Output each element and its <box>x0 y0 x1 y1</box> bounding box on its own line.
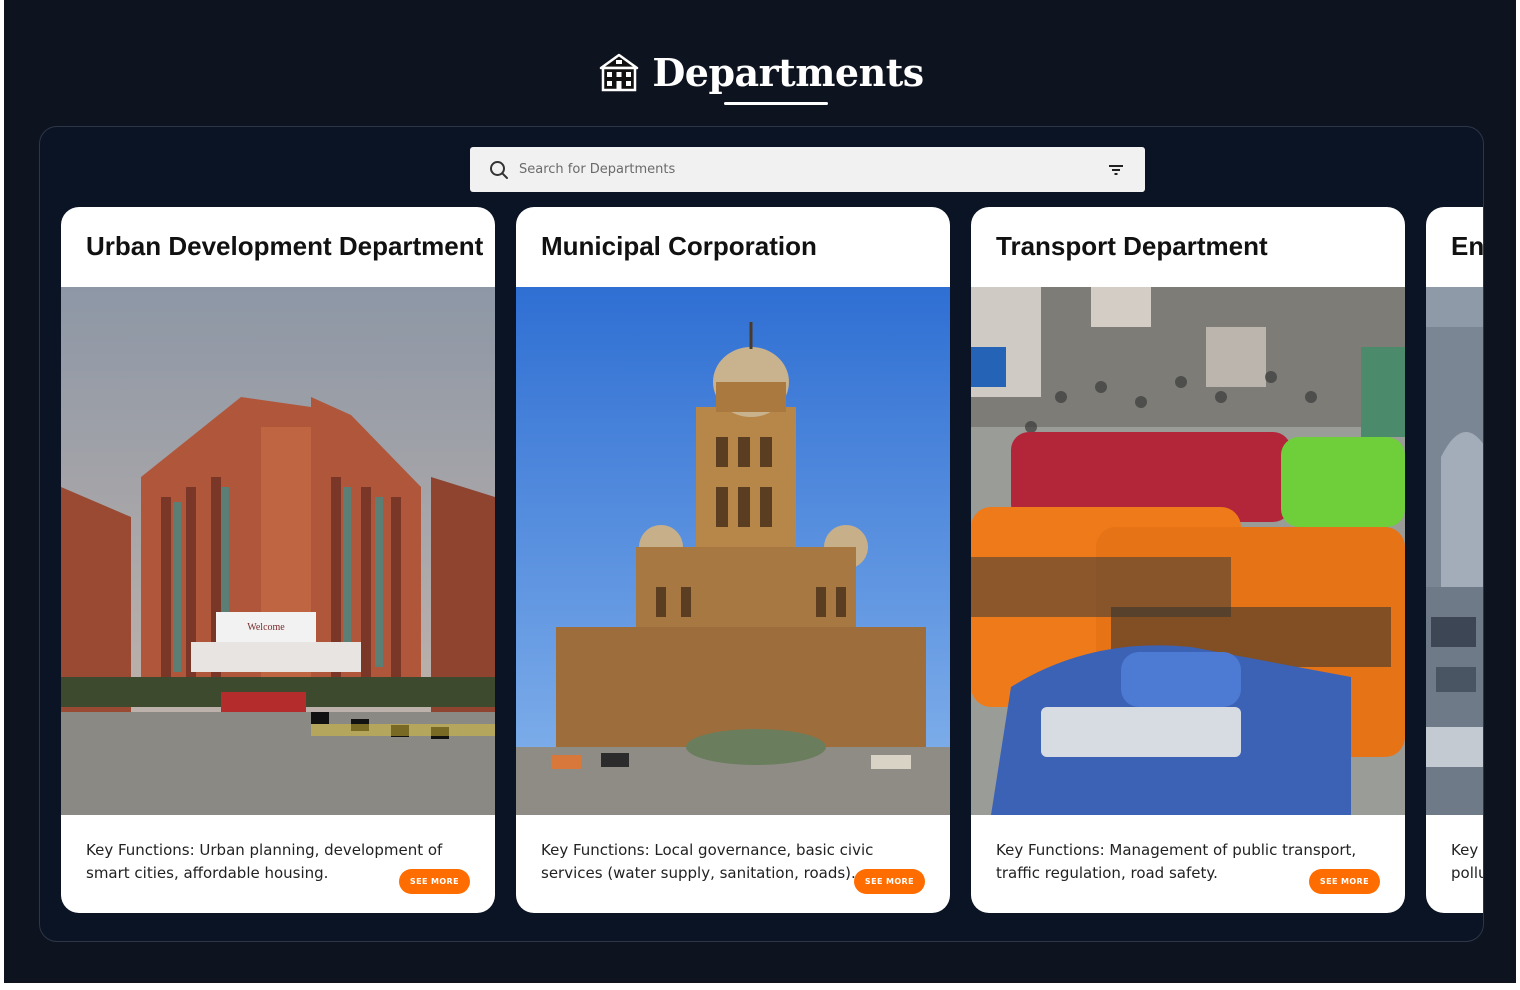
filter-icon[interactable] <box>1105 159 1127 181</box>
card-title: Municipal Corporation <box>541 231 817 261</box>
card-description: Key pollu <box>1451 841 1484 882</box>
department-image <box>971 287 1405 815</box>
building-icon <box>596 49 642 95</box>
search-bar <box>470 147 1145 192</box>
card-title: Urban Development Department <box>86 231 484 261</box>
svg-text:Welcome: Welcome <box>247 622 285 633</box>
departments-panel[interactable]: Urban Development Department <box>39 126 1484 942</box>
page-title: Departments <box>652 49 924 105</box>
see-more-button[interactable]: SEE MORE <box>853 869 925 894</box>
see-more-button[interactable]: SEE MORE <box>398 869 470 894</box>
see-more-button[interactable]: SEE MORE <box>1308 869 1380 894</box>
department-card-environment[interactable]: Env Key pollu <box>1426 207 1484 913</box>
department-image <box>516 287 950 815</box>
department-card-urban-development[interactable]: Urban Development Department Welcome Key… <box>61 207 495 913</box>
card-title: Transport Department <box>996 231 1268 261</box>
department-image <box>1426 287 1483 815</box>
search-input[interactable] <box>519 162 1105 177</box>
department-image: Welcome <box>61 287 495 815</box>
app-frame: Departments Urban Developme <box>4 0 1516 983</box>
department-card-municipal-corporation[interactable]: Municipal Corporation Key Functions: Loc… <box>516 207 950 913</box>
page-header: Departments <box>4 42 1516 105</box>
search-icon <box>488 159 510 181</box>
card-title: Env <box>1451 231 1484 261</box>
department-card-transport[interactable]: Transport Department Key Functions: Mana… <box>971 207 1405 913</box>
page-title-text: Departments <box>652 49 924 95</box>
title-underline <box>724 101 829 105</box>
